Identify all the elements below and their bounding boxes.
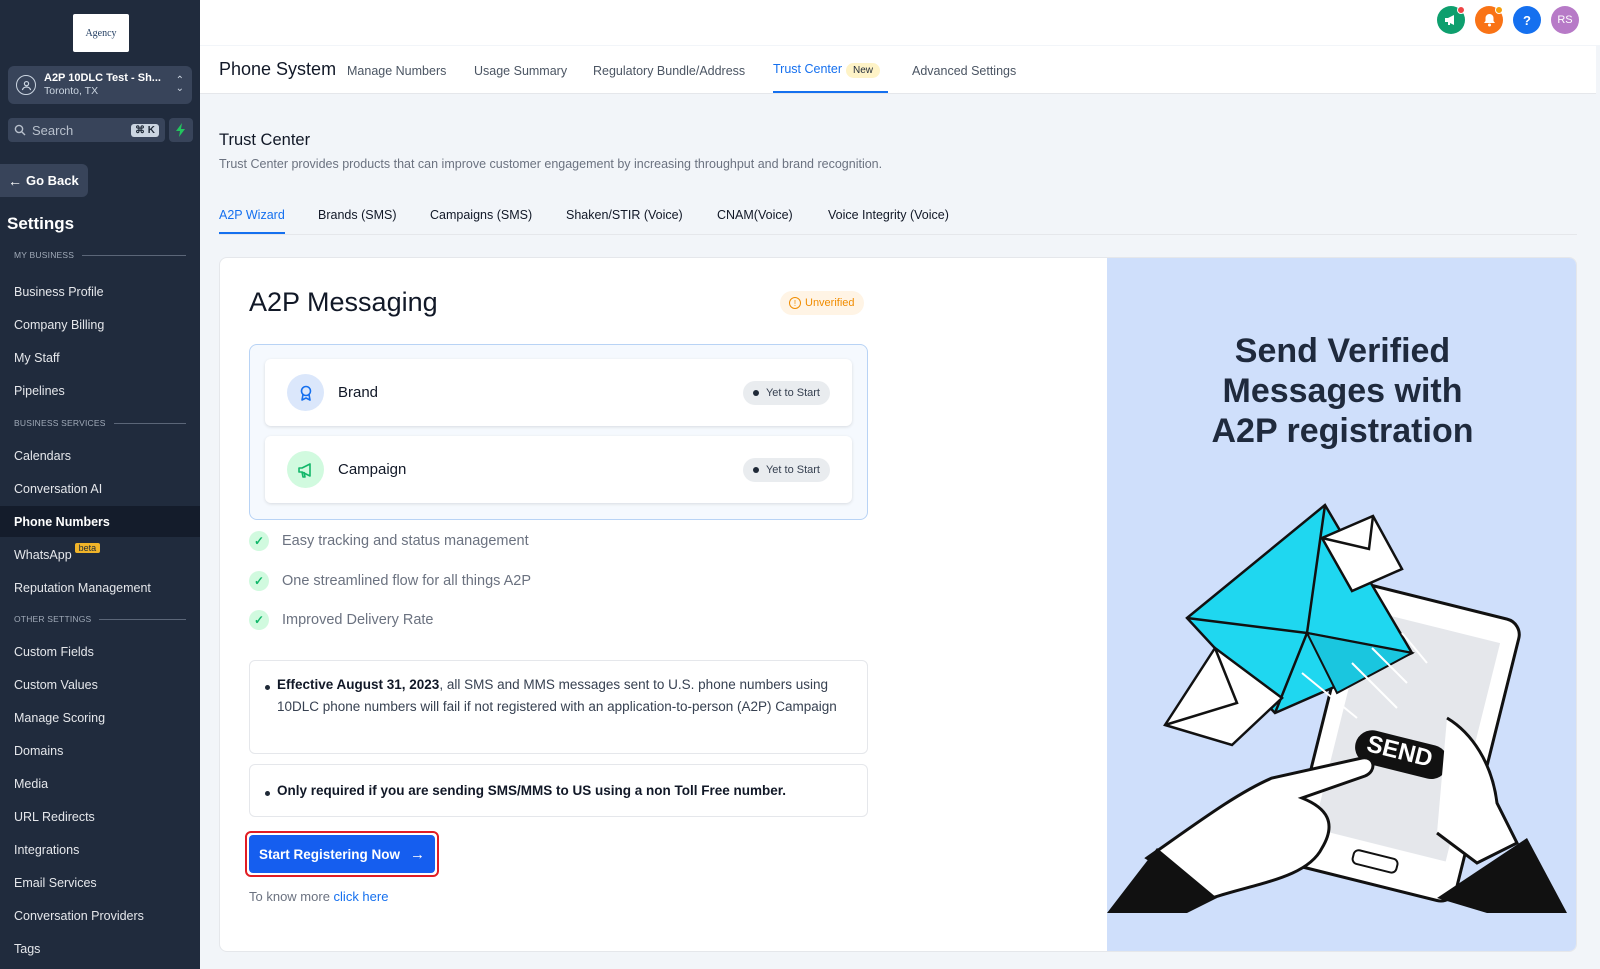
question-icon: ? (1523, 12, 1531, 28)
location-icon (16, 75, 36, 95)
step-label: Campaign (338, 461, 407, 478)
sidebar-item-conversation-providers[interactable]: Conversation Providers (0, 900, 200, 931)
user-avatar[interactable]: RS (1551, 6, 1579, 34)
sidebar-item-calendars[interactable]: Calendars (0, 440, 200, 471)
megaphone-icon (287, 451, 324, 488)
account-location: Toronto, TX (44, 85, 99, 97)
section-title: Phone System (219, 59, 337, 79)
award-icon (287, 374, 324, 411)
tab-regulatory-bundle[interactable]: Regulatory Bundle/Address (593, 64, 745, 78)
sidebar-item-url-redirects[interactable]: URL Redirects (0, 801, 200, 832)
megaphone-icon (1445, 15, 1454, 25)
help-button[interactable]: ? (1513, 6, 1541, 34)
quick-action-button[interactable] (169, 118, 193, 142)
check-icon: ✓ (249, 571, 269, 591)
know-more-text: To know more click here (249, 889, 389, 904)
sidebar-item-custom-values[interactable]: Custom Values (0, 669, 200, 700)
announcements-button[interactable] (1437, 6, 1465, 34)
phone-system-nav: Phone System Manage Numbers Usage Summar… (200, 46, 1596, 94)
beta-badge: beta (74, 542, 101, 553)
send-messages-illustration: SEND (1107, 503, 1567, 913)
account-switcher[interactable]: A2P 10DLC Test - Sh... Toronto, TX ⌃ ⌄ (8, 66, 192, 104)
feature-item: ✓ Easy tracking and status management (249, 531, 529, 551)
settings-title: Settings (7, 214, 75, 233)
tab-a2p-wizard[interactable]: A2P Wizard (219, 208, 285, 222)
page-description: Trust Center provides products that can … (219, 157, 883, 171)
sidebar-item-whatsapp[interactable]: WhatsApp beta (0, 539, 200, 570)
step-brand[interactable]: Brand Yet to Start (265, 359, 852, 426)
feature-item: ✓ Improved Delivery Rate (249, 610, 434, 630)
tab-voice-integrity[interactable]: Voice Integrity (Voice) (828, 208, 949, 222)
tab-brands-sms[interactable]: Brands (SMS) (318, 208, 397, 222)
go-back-button[interactable]: ← Go Back (0, 164, 88, 197)
search-label: Search (32, 122, 74, 138)
step-status-badge: Yet to Start (742, 457, 830, 482)
a2p-card: A2P Messaging ! Unverified Brand Yet to … (219, 257, 1577, 952)
section-other-settings: OTHER SETTINGS (14, 614, 186, 624)
section-my-business: MY BUSINESS (14, 250, 186, 260)
search-input[interactable]: Search ⌘ K (8, 118, 165, 142)
sidebar-item-conversation-ai[interactable]: Conversation AI (0, 473, 200, 504)
active-tab-indicator (773, 91, 888, 93)
info-icon: ! (789, 297, 801, 309)
start-registering-button[interactable]: Start Registering Now → (249, 835, 435, 873)
account-name: A2P 10DLC Test - Sh... (44, 72, 161, 84)
arrow-right-icon: → (410, 845, 426, 863)
check-icon: ✓ (249, 610, 269, 630)
step-status-badge: Yet to Start (742, 380, 830, 405)
section-business-services: BUSINESS SERVICES (14, 418, 186, 428)
sidebar-item-business-profile[interactable]: Business Profile (0, 276, 200, 307)
status-badge: ! Unverified (780, 291, 864, 315)
sidebar-item-my-staff[interactable]: My Staff (0, 342, 200, 373)
top-bar: ? RS (200, 0, 1600, 45)
tab-campaigns-sms[interactable]: Campaigns (SMS) (430, 208, 532, 222)
search-icon (14, 124, 26, 136)
check-icon: ✓ (249, 531, 269, 551)
tab-trust-center[interactable]: Trust Center New (773, 62, 881, 78)
notification-dot (1457, 6, 1465, 14)
bell-icon (1483, 14, 1495, 27)
sidebar-item-custom-fields[interactable]: Custom Fields (0, 636, 200, 667)
step-campaign[interactable]: Campaign Yet to Start (265, 436, 852, 503)
sidebar-item-integrations[interactable]: Integrations (0, 834, 200, 865)
sidebar-item-reputation-management[interactable]: Reputation Management (0, 572, 200, 603)
sidebar-item-phone-numbers[interactable]: Phone Numbers (0, 506, 200, 537)
sidebar-item-email-services[interactable]: Email Services (0, 867, 200, 898)
lightning-icon (176, 123, 185, 137)
registration-steps: Brand Yet to Start Campaign Yet to Start (249, 344, 868, 520)
page-title: Trust Center (219, 131, 311, 149)
sidebar: Agency A2P 10DLC Test - Sh... Toronto, T… (0, 0, 200, 969)
promo-title: Send Verified Messages with A2P registra… (1211, 332, 1474, 450)
compliance-note: Effective August 31, 2023, all SMS and M… (249, 660, 868, 754)
agency-logo[interactable]: Agency (73, 14, 129, 52)
promo-panel: Send Verified Messages with A2P registra… (1107, 258, 1576, 951)
sidebar-item-media[interactable]: Media (0, 768, 200, 799)
requirement-note: Only required if you are sending SMS/MMS… (249, 764, 868, 817)
search-shortcut: ⌘ K (131, 123, 159, 137)
sidebar-item-manage-scoring[interactable]: Manage Scoring (0, 702, 200, 733)
click-here-link[interactable]: click here (334, 889, 389, 904)
active-tab-indicator (219, 232, 285, 234)
notification-dot (1495, 6, 1503, 14)
tab-usage-summary[interactable]: Usage Summary (474, 64, 567, 78)
tab-cnam-voice[interactable]: CNAM(Voice) (717, 208, 793, 222)
chevron-up-down-icon: ⌃ ⌄ (175, 75, 184, 94)
arrow-left-icon: ← (8, 172, 22, 189)
tab-advanced-settings[interactable]: Advanced Settings (912, 64, 1016, 78)
tabs-divider (219, 234, 1577, 235)
new-badge: New (846, 63, 881, 78)
sidebar-item-tags[interactable]: Tags (0, 933, 200, 964)
tab-manage-numbers[interactable]: Manage Numbers (347, 64, 446, 78)
sidebar-item-pipelines[interactable]: Pipelines (0, 375, 200, 406)
notifications-button[interactable] (1475, 6, 1503, 34)
step-label: Brand (338, 384, 379, 401)
feature-item: ✓ One streamlined flow for all things A2P (249, 571, 531, 591)
sidebar-item-company-billing[interactable]: Company Billing (0, 309, 200, 340)
card-title: A2P Messaging (249, 287, 438, 317)
cta-highlight: Start Registering Now → (245, 831, 439, 877)
tab-shaken-stir[interactable]: Shaken/STIR (Voice) (566, 208, 683, 222)
sidebar-item-domains[interactable]: Domains (0, 735, 200, 766)
